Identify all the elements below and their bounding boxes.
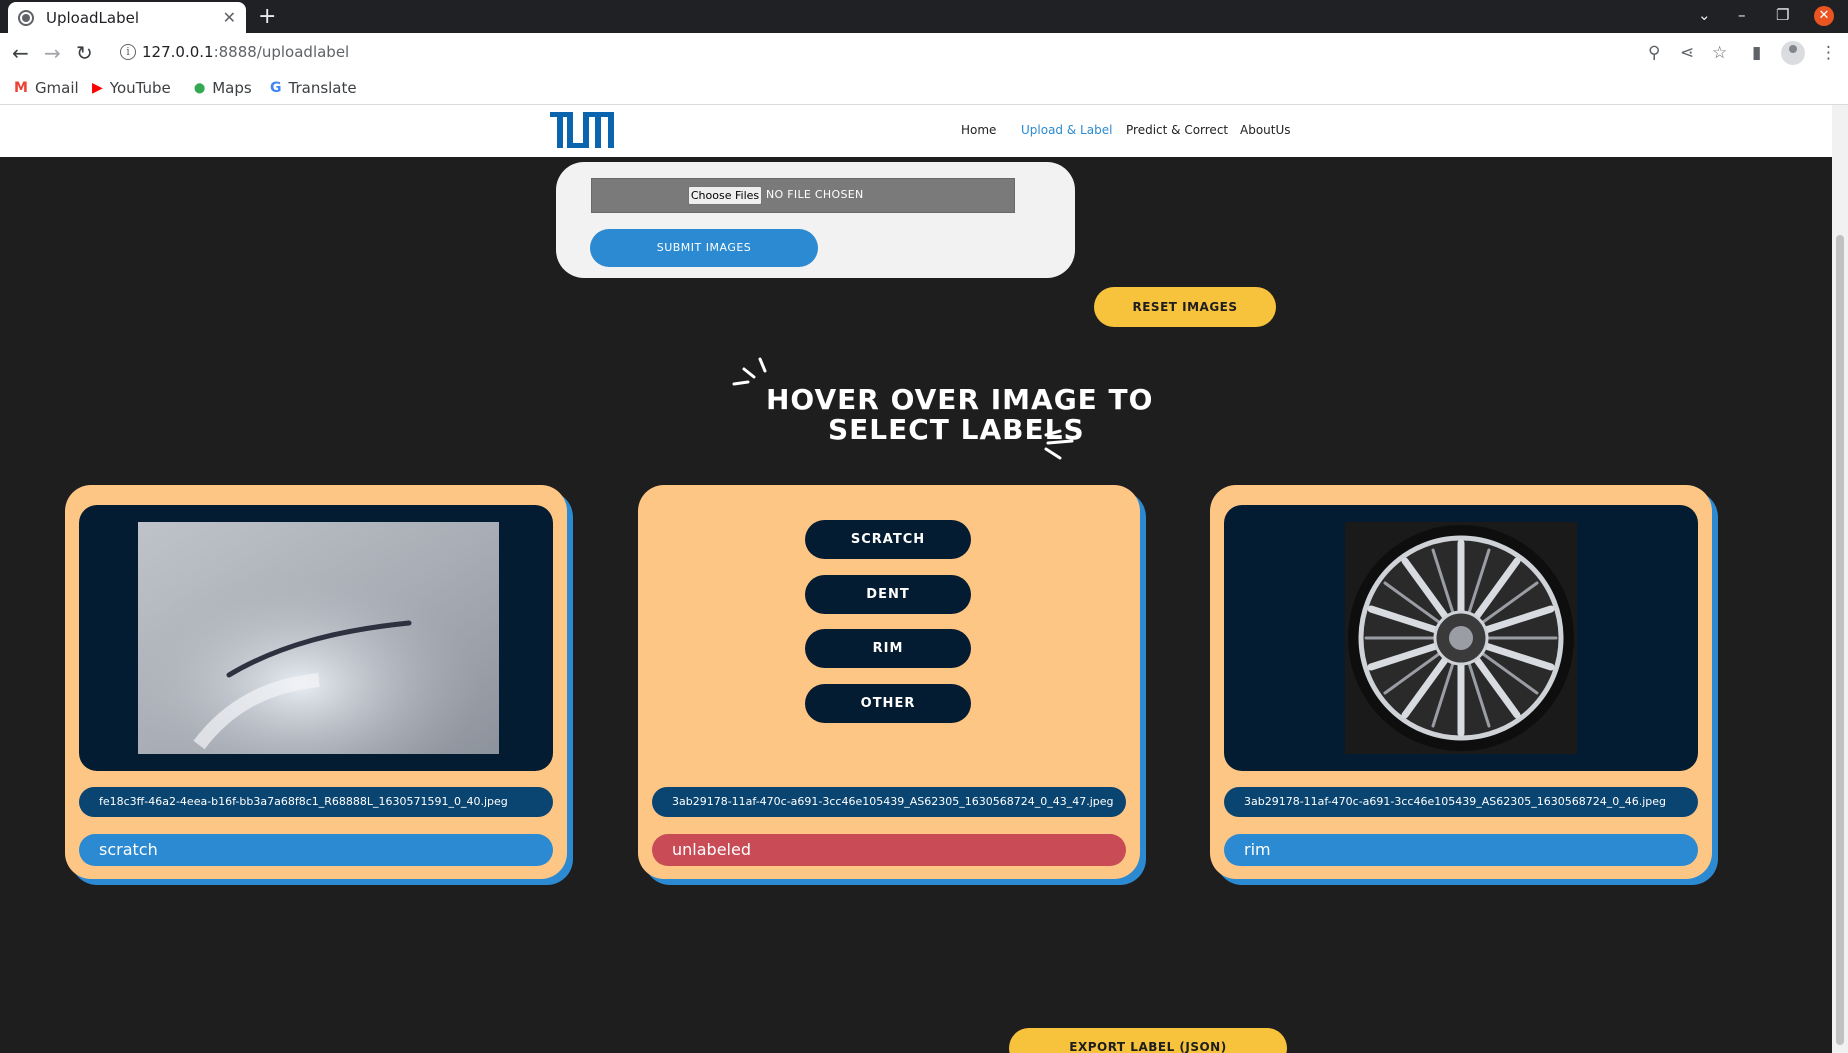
scratch-photo xyxy=(138,522,499,754)
bookmark-youtube[interactable]: ▶ YouTube xyxy=(92,79,171,97)
forward-icon[interactable]: → xyxy=(44,41,61,65)
share-icon[interactable]: ⋖ xyxy=(1680,43,1694,63)
translate-icon: G xyxy=(270,80,282,96)
choose-files-button[interactable]: Choose Files xyxy=(688,186,762,205)
back-icon[interactable]: ← xyxy=(12,41,29,65)
tab-close-icon[interactable]: ✕ xyxy=(223,8,236,27)
scrollbar-thumb[interactable] xyxy=(1836,235,1844,1045)
image-label-status: rim xyxy=(1224,834,1698,866)
side-panel-icon[interactable]: ▮ xyxy=(1752,43,1761,63)
tum-logo[interactable] xyxy=(550,112,614,148)
reload-icon[interactable]: ↻ xyxy=(76,41,93,65)
tab-search-icon[interactable]: ⌄ xyxy=(1698,6,1711,24)
image-card[interactable]: 3ab29178-11af-470c-a691-3cc46e105439_AS6… xyxy=(1210,485,1718,885)
nav-predict-correct[interactable]: Predict & Correct xyxy=(1126,123,1228,137)
image-filename: fe18c3ff-46a2-4eea-b16f-bb3a7a68f8c1_R68… xyxy=(79,787,553,817)
nav-home[interactable]: Home xyxy=(961,123,996,137)
image-card[interactable]: fe18c3ff-46a2-4eea-b16f-bb3a7a68f8c1_R68… xyxy=(65,485,573,885)
reset-images-button[interactable]: RESET IMAGES xyxy=(1094,287,1276,327)
tab-title: UploadLabel xyxy=(46,8,140,27)
page-viewport: Home Upload & Label Predict & Correct Ab… xyxy=(0,105,1832,1053)
minimize-icon[interactable]: – xyxy=(1738,6,1746,24)
page-scrollbar[interactable] xyxy=(1832,105,1848,1053)
browser-toolbar: ← → ↻ i 127.0.0.1:8888/uploadlabel ⚲ ⋖ ☆… xyxy=(0,33,1848,73)
globe-icon xyxy=(18,9,34,26)
image-filename: 3ab29178-11af-470c-a691-3cc46e105439_AS6… xyxy=(652,787,1126,817)
new-tab-icon[interactable]: + xyxy=(258,4,276,29)
image-card[interactable]: SCRATCH DENT RIM OTHER 3ab29178-11af-470… xyxy=(638,485,1146,885)
label-option-other[interactable]: OTHER xyxy=(805,684,971,723)
label-option-scratch[interactable]: SCRATCH xyxy=(805,520,971,559)
image-filename: 3ab29178-11af-470c-a691-3cc46e105439_AS6… xyxy=(1224,787,1698,817)
file-input[interactable]: Choose Files NO FILE CHOSEN xyxy=(591,178,1015,213)
image-label-status: scratch xyxy=(79,834,553,866)
url-text: 127.0.0.1:8888/uploadlabel xyxy=(142,43,350,61)
zoom-icon[interactable]: ⚲ xyxy=(1648,43,1660,63)
image-label-status: unlabeled xyxy=(652,834,1126,866)
file-status: NO FILE CHOSEN xyxy=(766,188,864,201)
site-info-icon[interactable]: i xyxy=(120,44,136,60)
export-label-json-button[interactable]: EXPORT LABEL (JSON) xyxy=(1009,1028,1287,1053)
maps-icon: ⬤ xyxy=(194,82,206,94)
bookmark-maps[interactable]: ⬤ Maps xyxy=(194,79,252,97)
bookmark-star-icon[interactable]: ☆ xyxy=(1712,43,1727,63)
gmail-icon: M xyxy=(14,80,28,96)
address-bar[interactable]: i 127.0.0.1:8888/uploadlabel xyxy=(110,37,1696,69)
upload-form: Choose Files NO FILE CHOSEN SUBMIT IMAGE… xyxy=(556,162,1075,278)
menu-kebab-icon[interactable]: ⋮ xyxy=(1820,43,1837,63)
label-option-rim[interactable]: RIM xyxy=(805,629,971,668)
site-navbar: Home Upload & Label Predict & Correct Ab… xyxy=(0,105,1832,157)
rim-photo xyxy=(1345,522,1577,754)
bookmark-translate[interactable]: G Translate xyxy=(270,79,357,97)
youtube-icon: ▶ xyxy=(92,80,103,96)
bookmark-gmail[interactable]: M Gmail xyxy=(14,79,79,97)
window-close-icon[interactable]: ✕ xyxy=(1814,6,1834,26)
sparkle-right-icon xyxy=(1044,429,1074,460)
image-frame[interactable] xyxy=(79,505,553,771)
browser-tab[interactable]: UploadLabel ✕ xyxy=(8,2,246,33)
label-option-dent[interactable]: DENT xyxy=(805,575,971,614)
nav-about-us[interactable]: AboutUs xyxy=(1240,123,1291,137)
restore-icon[interactable]: ❐ xyxy=(1776,6,1789,24)
browser-tab-strip: UploadLabel ✕ + ⌄ – ❐ ✕ xyxy=(0,0,1848,33)
bookmarks-bar: M Gmail ▶ YouTube ⬤ Maps G Translate xyxy=(0,73,1848,105)
profile-avatar[interactable] xyxy=(1781,41,1805,65)
nav-upload-label[interactable]: Upload & Label xyxy=(1021,123,1112,137)
headline-line-1: HOVER OVER IMAGE TO xyxy=(766,383,1154,416)
image-frame[interactable] xyxy=(1224,505,1698,771)
submit-images-button[interactable]: SUBMIT IMAGES xyxy=(590,229,818,267)
